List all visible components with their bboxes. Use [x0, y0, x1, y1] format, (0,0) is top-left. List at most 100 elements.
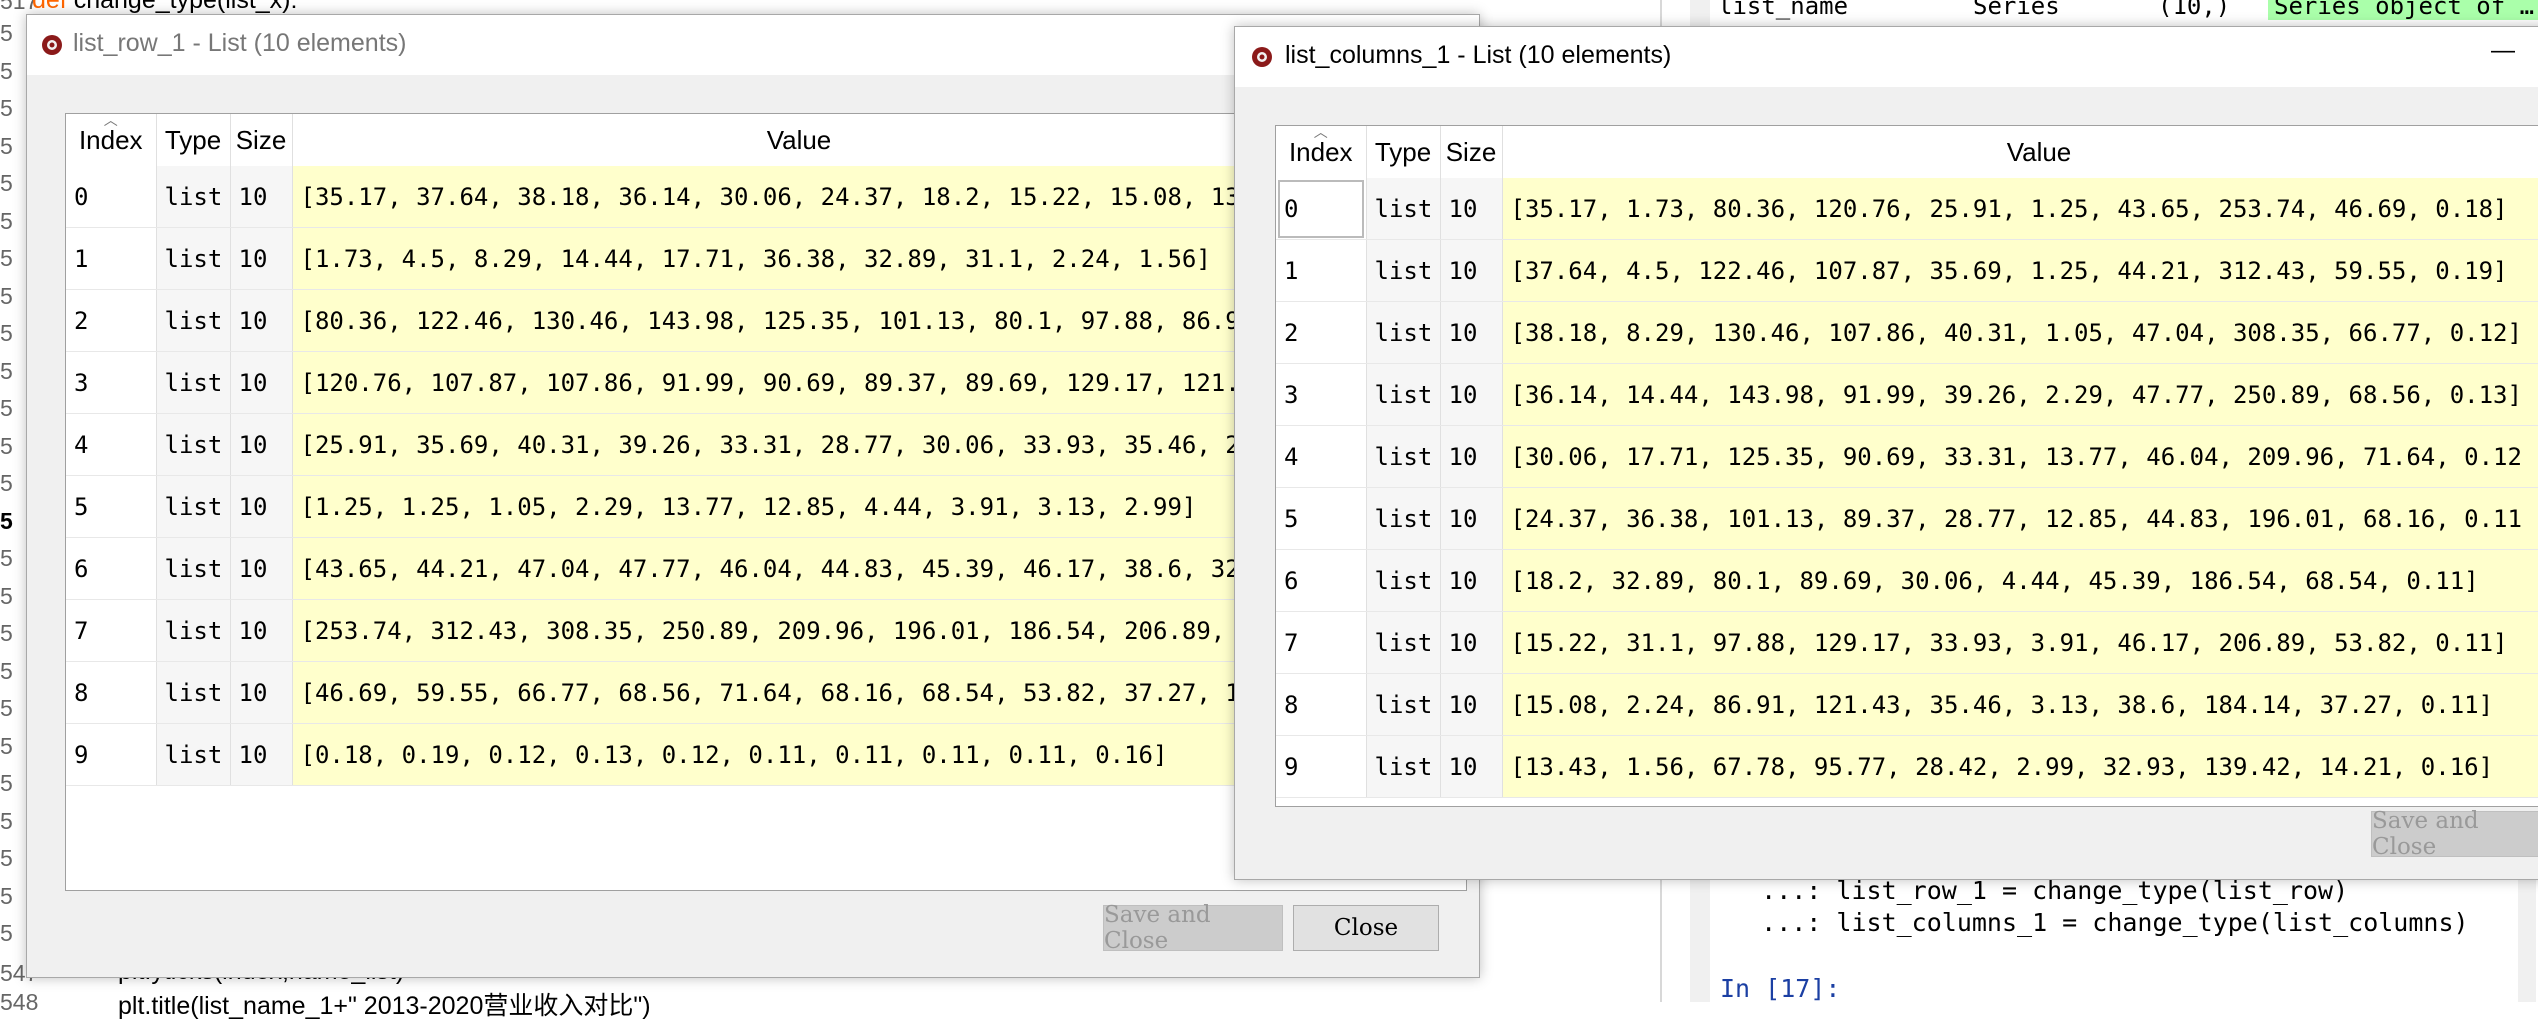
- cell-type[interactable]: list: [156, 413, 231, 476]
- cell-type[interactable]: list: [156, 289, 231, 352]
- cell-index[interactable]: 9: [66, 723, 157, 786]
- header-index[interactable]: ︿ Index: [66, 114, 157, 166]
- cell-index[interactable]: 0: [1276, 178, 1367, 240]
- list-columns-table-container[interactable]: ︿ Index Type Size Value 0 list 10 [35.17, 1.…: [1275, 125, 2538, 807]
- cell-type[interactable]: list: [1366, 549, 1441, 612]
- cell-type[interactable]: list: [156, 661, 231, 724]
- cell-value[interactable]: [30.06, 17.71, 125.35, 90.69, 33.31, 13.…: [1502, 425, 2538, 488]
- cell-type[interactable]: list: [1366, 301, 1441, 364]
- cell-value[interactable]: [35.17, 1.73, 80.36, 120.76, 25.91, 1.25…: [1502, 178, 2538, 240]
- cell-type[interactable]: list: [1366, 425, 1441, 488]
- cell-value[interactable]: [37.64, 4.5, 122.46, 107.87, 35.69, 1.25…: [1502, 239, 2538, 302]
- cell-size[interactable]: 10: [1440, 178, 1503, 240]
- cell-type[interactable]: list: [156, 227, 231, 290]
- cell-size[interactable]: 10: [230, 413, 293, 476]
- cell-value[interactable]: [46.69, 59.55, 66.77, 68.56, 71.64, 68.1…: [292, 661, 1306, 724]
- cell-type[interactable]: list: [156, 537, 231, 600]
- table-row[interactable]: 1 list 10 [1.73, 4.5, 8.29, 14.44, 17.71, 3…: [66, 227, 1306, 290]
- cell-index[interactable]: 7: [66, 599, 157, 662]
- table-row[interactable]: 8 list 10 [46.69, 59.55, 66.77, 68.56, 71.6…: [66, 661, 1306, 724]
- code-line-change-type-def[interactable]: def change_type(list_x):: [32, 0, 297, 15]
- table-row[interactable]: 3 list 10 [120.76, 107.87, 107.86, 91.99, 9…: [66, 351, 1306, 414]
- cell-size[interactable]: 10: [1440, 301, 1503, 364]
- cell-type[interactable]: list: [156, 599, 231, 662]
- header-index[interactable]: ︿ Index: [1276, 126, 1367, 178]
- cell-index[interactable]: 2: [66, 289, 157, 352]
- cell-value[interactable]: [0.18, 0.19, 0.12, 0.13, 0.12, 0.11, 0.1…: [292, 723, 1306, 786]
- cell-size[interactable]: 10: [1440, 673, 1503, 736]
- list-columns-titlebar[interactable]: list_columns_1 - List (10 elements) —: [1235, 27, 2538, 87]
- table-row[interactable]: 3 list 10 [36.14, 14.44, 143.98, 91.99, 39.…: [1276, 363, 2538, 426]
- cell-value[interactable]: [80.36, 122.46, 130.46, 143.98, 125.35, …: [292, 289, 1306, 352]
- cell-value[interactable]: [15.22, 31.1, 97.88, 129.17, 33.93, 3.91…: [1502, 611, 2538, 674]
- cell-index[interactable]: 5: [66, 475, 157, 538]
- ipython-console[interactable]: ...: list_row_1 = change_type(list_row) …: [1716, 868, 2536, 1003]
- cell-index[interactable]: 5: [1276, 487, 1367, 550]
- cell-value[interactable]: [25.91, 35.69, 40.31, 39.26, 33.31, 28.7…: [292, 413, 1306, 476]
- cell-size[interactable]: 10: [1440, 363, 1503, 426]
- cell-size[interactable]: 10: [1440, 487, 1503, 550]
- cell-value[interactable]: [253.74, 312.43, 308.35, 250.89, 209.96,…: [292, 599, 1306, 662]
- cell-size[interactable]: 10: [230, 599, 293, 662]
- save-and-close-button[interactable]: Save and Close: [1103, 902, 1283, 954]
- cell-type[interactable]: list: [1366, 735, 1441, 798]
- cell-type[interactable]: list: [1366, 487, 1441, 550]
- table-row[interactable]: 0 list 10 [35.17, 1.73, 80.36, 120.76, 25.9…: [1276, 178, 2538, 240]
- cell-size[interactable]: 10: [230, 227, 293, 290]
- cell-index[interactable]: 3: [1276, 363, 1367, 426]
- cell-index[interactable]: 0: [66, 166, 157, 228]
- cell-value[interactable]: [120.76, 107.87, 107.86, 91.99, 90.69, 8…: [292, 351, 1306, 414]
- cell-value[interactable]: [24.37, 36.38, 101.13, 89.37, 28.77, 12.…: [1502, 487, 2538, 550]
- table-row[interactable]: 7 list 10 [253.74, 312.43, 308.35, 250.89, …: [66, 599, 1306, 662]
- cell-size[interactable]: 10: [230, 475, 293, 538]
- table-row[interactable]: 1 list 10 [37.64, 4.5, 122.46, 107.87, 35.6…: [1276, 239, 2538, 302]
- cell-value[interactable]: [1.25, 1.25, 1.05, 2.29, 13.77, 12.85, 4…: [292, 475, 1306, 538]
- cell-index[interactable]: 1: [1276, 239, 1367, 302]
- table-row[interactable]: 2 list 10 [38.18, 8.29, 130.46, 107.86, 40.…: [1276, 301, 2538, 364]
- table-row[interactable]: 6 list 10 [43.65, 44.21, 47.04, 47.77, 46.0…: [66, 537, 1306, 600]
- cell-index[interactable]: 7: [1276, 611, 1367, 674]
- console-scrollbar[interactable]: [2518, 860, 2536, 1002]
- table-row[interactable]: 4 list 10 [25.91, 35.69, 40.31, 39.26, 33.3…: [66, 413, 1306, 476]
- table-row[interactable]: 0 list 10 [35.17, 37.64, 38.18, 36.14, 30.0…: [66, 166, 1306, 228]
- cell-index[interactable]: 6: [1276, 549, 1367, 612]
- cell-size[interactable]: 10: [230, 351, 293, 414]
- cell-type[interactable]: list: [1366, 611, 1441, 674]
- header-value[interactable]: Value: [292, 114, 1307, 166]
- table-row[interactable]: 7 list 10 [15.22, 31.1, 97.88, 129.17, 33.9…: [1276, 611, 2538, 674]
- cell-type[interactable]: list: [156, 475, 231, 538]
- table-row[interactable]: 6 list 10 [18.2, 32.89, 80.1, 89.69, 30.06,…: [1276, 549, 2538, 612]
- save-and-close-button[interactable]: Save and Close: [2371, 808, 2538, 860]
- minimize-button[interactable]: —: [2491, 37, 2515, 65]
- cell-size[interactable]: 10: [1440, 239, 1503, 302]
- cell-index[interactable]: 8: [66, 661, 157, 724]
- cell-index[interactable]: 1: [66, 227, 157, 290]
- table-row[interactable]: 2 list 10 [80.36, 122.46, 130.46, 143.98, 1…: [66, 289, 1306, 352]
- cell-index[interactable]: 8: [1276, 673, 1367, 736]
- table-row[interactable]: 5 list 10 [24.37, 36.38, 101.13, 89.37, 28.…: [1276, 487, 2538, 550]
- table-row[interactable]: 9 list 10 [0.18, 0.19, 0.12, 0.13, 0.12, 0.…: [66, 723, 1306, 786]
- cell-type[interactable]: list: [156, 723, 231, 786]
- cell-type[interactable]: list: [156, 351, 231, 414]
- cell-type[interactable]: list: [1366, 239, 1441, 302]
- cell-size[interactable]: 10: [230, 723, 293, 786]
- cell-type[interactable]: list: [1366, 673, 1441, 736]
- cell-size[interactable]: 10: [1440, 425, 1503, 488]
- cell-value[interactable]: [18.2, 32.89, 80.1, 89.69, 30.06, 4.44, …: [1502, 549, 2538, 612]
- cell-index[interactable]: 4: [1276, 425, 1367, 488]
- cell-size[interactable]: 10: [230, 661, 293, 724]
- cell-index[interactable]: 2: [1276, 301, 1367, 364]
- table-row[interactable]: 5 list 10 [1.25, 1.25, 1.05, 2.29, 13.77, 1…: [66, 475, 1306, 538]
- cell-size[interactable]: 10: [230, 166, 293, 228]
- cell-value[interactable]: [43.65, 44.21, 47.04, 47.77, 46.04, 44.8…: [292, 537, 1306, 600]
- header-size[interactable]: Size: [230, 114, 293, 166]
- cell-value[interactable]: [15.08, 2.24, 86.91, 121.43, 35.46, 3.13…: [1502, 673, 2538, 736]
- cell-size[interactable]: 10: [1440, 611, 1503, 674]
- cell-size[interactable]: 10: [230, 537, 293, 600]
- table-row[interactable]: 4 list 10 [30.06, 17.71, 125.35, 90.69, 33.…: [1276, 425, 2538, 488]
- cell-size[interactable]: 10: [230, 289, 293, 352]
- cell-type[interactable]: list: [156, 166, 231, 228]
- header-type[interactable]: Type: [1366, 126, 1441, 178]
- cell-index[interactable]: 3: [66, 351, 157, 414]
- cell-value[interactable]: [38.18, 8.29, 130.46, 107.86, 40.31, 1.0…: [1502, 301, 2538, 364]
